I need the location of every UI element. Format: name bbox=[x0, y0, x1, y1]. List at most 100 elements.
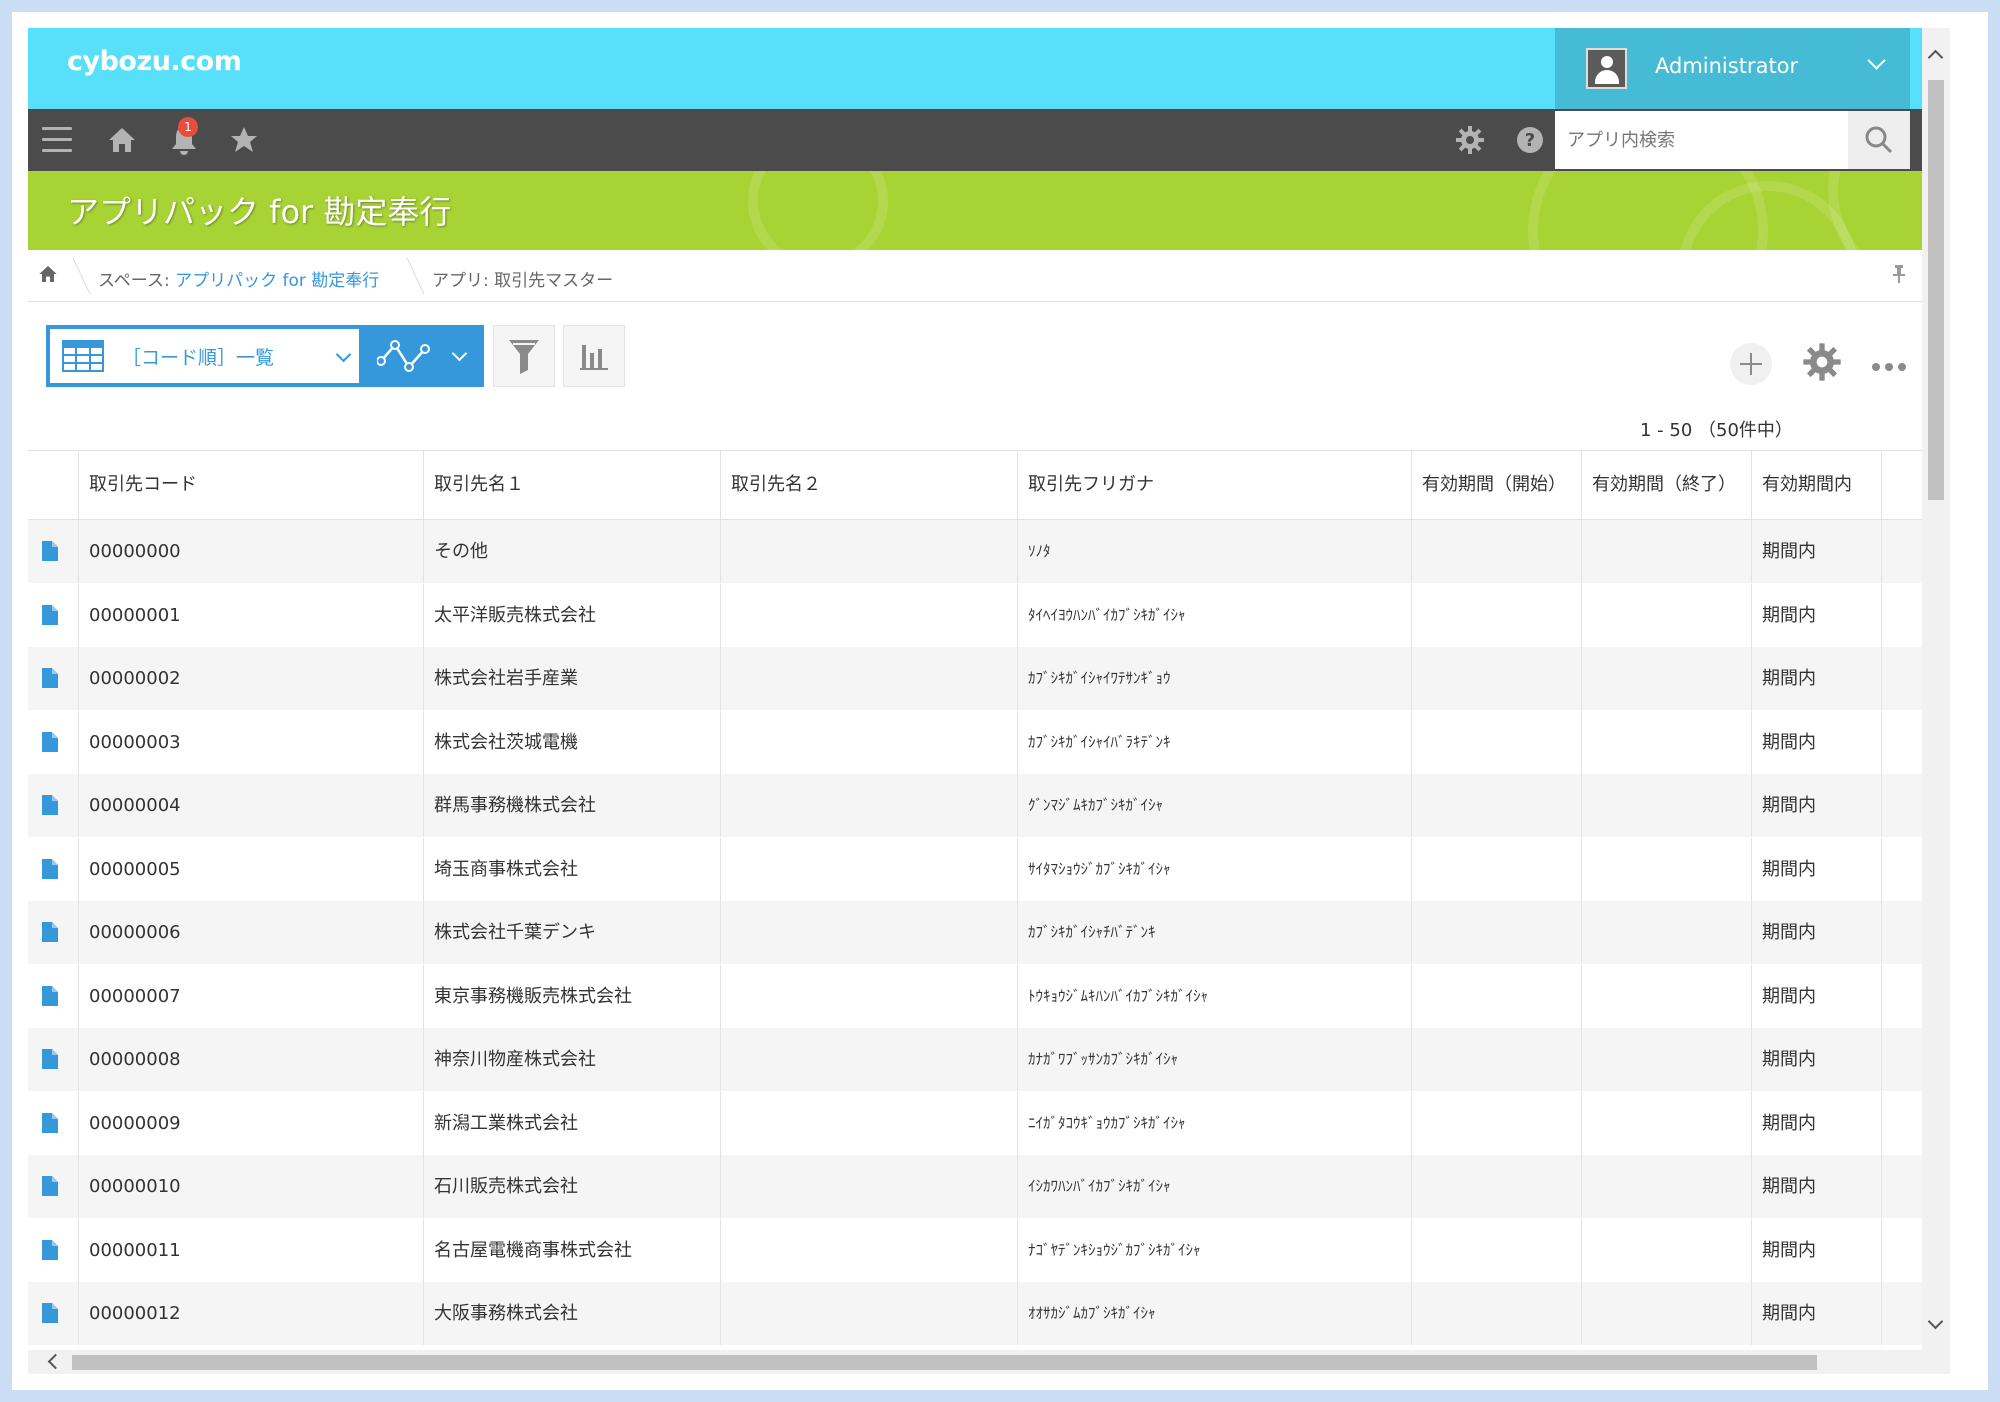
record-detail-icon[interactable] bbox=[42, 1112, 58, 1133]
user-menu[interactable]: Administrator bbox=[1555, 28, 1910, 109]
table-row[interactable]: 00000010 石川販売株式会社 ｲｼｶﾜﾊﾝﾊﾞｲｶﾌﾞｼｷｶﾞｲｼｬ 期間内 bbox=[28, 1155, 1950, 1218]
user-avatar-icon bbox=[1586, 48, 1627, 89]
scroll-down-icon[interactable] bbox=[1927, 1313, 1944, 1330]
search-input[interactable] bbox=[1555, 111, 1848, 169]
cell-end bbox=[1581, 901, 1751, 964]
column-header[interactable]: 取引先名２ bbox=[720, 451, 1017, 519]
vertical-scroll-thumb[interactable] bbox=[1928, 80, 1944, 500]
table-row[interactable]: 00000005 埼玉商事株式会社 ｻｲﾀﾏｼｮｳｼﾞｶﾌﾞｼｷｶﾞｲｼｬ 期間内 bbox=[28, 837, 1950, 901]
column-header[interactable]: 有効期間（終了） bbox=[1581, 451, 1751, 519]
view-dropdown[interactable]: ［コード順］一覧 bbox=[50, 329, 359, 383]
cell-status: 期間内 bbox=[1751, 774, 1881, 837]
cell-kana: ｶﾌﾞｼｷｶﾞｲｼｬｲﾜﾃｻﾝｷﾞｮｳ bbox=[1017, 647, 1411, 710]
cell-start bbox=[1411, 647, 1581, 710]
record-detail-icon[interactable] bbox=[42, 604, 58, 625]
vertical-scrollbar[interactable] bbox=[1922, 28, 1950, 1374]
app-settings-button[interactable] bbox=[1802, 342, 1842, 386]
column-header[interactable]: 取引先フリガナ bbox=[1017, 451, 1411, 519]
cell-status: 期間内 bbox=[1751, 1218, 1881, 1282]
scroll-left-icon[interactable] bbox=[47, 1353, 64, 1370]
cell-start bbox=[1411, 964, 1581, 1028]
cell-code: 00000001 bbox=[78, 583, 423, 647]
record-detail-icon[interactable] bbox=[42, 541, 58, 561]
menu-icon[interactable] bbox=[42, 127, 72, 153]
cell-kana: ﾅｺﾞﾔﾃﾞﾝｷｼｮｳｼﾞｶﾌﾞｼｷｶﾞｲｼｬ bbox=[1017, 1218, 1411, 1282]
cell-name1: 太平洋販売株式会社 bbox=[423, 583, 720, 647]
home-icon[interactable] bbox=[100, 109, 144, 171]
pagination-info: 1 - 50 （50件中） bbox=[1640, 420, 1793, 441]
record-detail-icon[interactable] bbox=[42, 668, 58, 688]
cell-start bbox=[1411, 1218, 1581, 1282]
search-button[interactable] bbox=[1848, 111, 1910, 169]
table-row[interactable]: 00000009 新潟工業株式会社 ﾆｲｶﾞﾀｺｳｷﾞｮｳｶﾌﾞｼｷｶﾞｲｼｬ 期間内 bbox=[28, 1091, 1950, 1155]
record-detail-icon[interactable] bbox=[42, 1239, 58, 1260]
column-header[interactable]: 有効期間（開始） bbox=[1411, 451, 1581, 519]
cell-name2 bbox=[720, 964, 1017, 1028]
record-detail-icon[interactable] bbox=[42, 1303, 58, 1323]
kintone-window: cybozu.com Administrator 1 ? アプリ内検索 アプリパ… bbox=[28, 28, 1950, 1374]
column-header[interactable]: 有効期間内 bbox=[1751, 451, 1881, 519]
pin-icon[interactable] bbox=[1892, 264, 1906, 289]
table-row[interactable]: 00000000 その他 ｿﾉﾀ 期間内 bbox=[28, 520, 1950, 583]
cell-kana: ｸﾞﾝﾏｼﾞﾑｷｶﾌﾞｼｷｶﾞｲｼｬ bbox=[1017, 774, 1411, 837]
horizontal-scrollbar[interactable] bbox=[28, 1350, 1950, 1374]
table-row[interactable]: 00000004 群馬事務機株式会社 ｸﾞﾝﾏｼﾞﾑｷｶﾌﾞｼｷｶﾞｲｼｬ 期間内 bbox=[28, 774, 1950, 837]
column-header[interactable]: 取引先コード bbox=[78, 451, 423, 519]
cell-status: 期間内 bbox=[1751, 647, 1881, 710]
breadcrumb-space[interactable]: スペース: アプリパック for 勘定奉行 bbox=[98, 266, 379, 291]
user-name: Administrator bbox=[1655, 54, 1799, 78]
add-record-button[interactable] bbox=[1729, 342, 1773, 390]
horizontal-scroll-thumb[interactable] bbox=[72, 1355, 1817, 1370]
cell-name2 bbox=[720, 520, 1017, 583]
cell-name2 bbox=[720, 1155, 1017, 1218]
cell-end bbox=[1581, 583, 1751, 647]
settings-gear-icon[interactable] bbox=[1448, 109, 1492, 171]
cell-name1: 大阪事務株式会社 bbox=[423, 1282, 720, 1345]
table-row[interactable]: 00000007 東京事務機販売株式会社 ﾄｳｷｮｳｼﾞﾑｷﾊﾝﾊﾞｲｶﾌﾞｼｷｶﾞ… bbox=[28, 964, 1950, 1028]
record-detail-icon[interactable] bbox=[42, 858, 58, 879]
cell-name2 bbox=[720, 583, 1017, 647]
cell-kana: ｶﾅｶﾞﾜﾌﾞｯｻﾝｶﾌﾞｼｷｶﾞｲｼｬ bbox=[1017, 1028, 1411, 1091]
chevron-down-icon bbox=[1867, 51, 1886, 70]
more-options-button[interactable] bbox=[1871, 358, 1907, 377]
table-row[interactable]: 00000011 名古屋電機商事株式会社 ﾅｺﾞﾔﾃﾞﾝｷｼｮｳｼﾞｶﾌﾞｼｷｶﾞｲ… bbox=[28, 1218, 1950, 1282]
cell-name2 bbox=[720, 774, 1017, 837]
cell-name1: 埼玉商事株式会社 bbox=[423, 837, 720, 901]
notification-badge: 1 bbox=[178, 117, 198, 137]
cell-start bbox=[1411, 901, 1581, 964]
record-detail-icon[interactable] bbox=[42, 922, 58, 942]
cell-end bbox=[1581, 1218, 1751, 1282]
cell-end bbox=[1581, 774, 1751, 837]
cell-start bbox=[1411, 1282, 1581, 1345]
cell-name1: 株式会社岩手産業 bbox=[423, 647, 720, 710]
cell-name1: 群馬事務機株式会社 bbox=[423, 774, 720, 837]
cybozu-logo[interactable]: cybozu.com bbox=[67, 46, 242, 77]
cell-status: 期間内 bbox=[1751, 710, 1881, 774]
scroll-up-icon[interactable] bbox=[1927, 49, 1944, 66]
filter-button[interactable] bbox=[493, 325, 555, 387]
record-detail-icon[interactable] bbox=[42, 731, 58, 752]
cell-status: 期間内 bbox=[1751, 583, 1881, 647]
cell-status: 期間内 bbox=[1751, 901, 1881, 964]
more-dots-icon bbox=[1872, 363, 1906, 371]
cell-kana: ﾆｲｶﾞﾀｺｳｷﾞｮｳｶﾌﾞｼｷｶﾞｲｼｬ bbox=[1017, 1091, 1411, 1155]
cell-start bbox=[1411, 1028, 1581, 1091]
record-detail-icon[interactable] bbox=[42, 985, 58, 1006]
cell-status: 期間内 bbox=[1751, 1155, 1881, 1218]
breadcrumb-space-link[interactable]: アプリパック for 勘定奉行 bbox=[175, 271, 379, 291]
favorite-star-icon[interactable] bbox=[222, 109, 266, 171]
graph-view-button[interactable] bbox=[359, 325, 484, 387]
table-row[interactable]: 00000001 太平洋販売株式会社 ﾀｲﾍｲﾖｳﾊﾝﾊﾞｲｶﾌﾞｼｷｶﾞｲｼｬ 期間… bbox=[28, 583, 1950, 647]
chart-button[interactable] bbox=[563, 325, 625, 387]
table-row[interactable]: 00000003 株式会社茨城電機 ｶﾌﾞｼｷｶﾞｲｼｬｲﾊﾞﾗｷﾃﾞﾝｷ 期間内 bbox=[28, 710, 1950, 774]
table-view-icon bbox=[62, 340, 104, 372]
table-row[interactable]: 00000012 大阪事務株式会社 ｵｵｻｶｼﾞﾑｶﾌﾞｼｷｶﾞｲｼｬ 期間内 bbox=[28, 1282, 1950, 1345]
column-header[interactable]: 取引先名１ bbox=[423, 451, 720, 519]
record-detail-icon[interactable] bbox=[42, 1049, 58, 1069]
record-detail-icon[interactable] bbox=[42, 795, 58, 815]
table-row[interactable]: 00000008 神奈川物産株式会社 ｶﾅｶﾞﾜﾌﾞｯｻﾝｶﾌﾞｼｷｶﾞｲｼｬ 期間内 bbox=[28, 1028, 1950, 1091]
table-row[interactable]: 00000006 株式会社千葉デンキ ｶﾌﾞｼｷｶﾞｲｼｬﾁﾊﾞﾃﾞﾝｷ 期間内 bbox=[28, 901, 1950, 964]
record-detail-icon[interactable] bbox=[42, 1176, 58, 1196]
help-icon[interactable]: ? bbox=[1508, 109, 1552, 171]
table-row[interactable]: 00000002 株式会社岩手産業 ｶﾌﾞｼｷｶﾞｲｼｬｲﾜﾃｻﾝｷﾞｮｳ 期間内 bbox=[28, 647, 1950, 710]
